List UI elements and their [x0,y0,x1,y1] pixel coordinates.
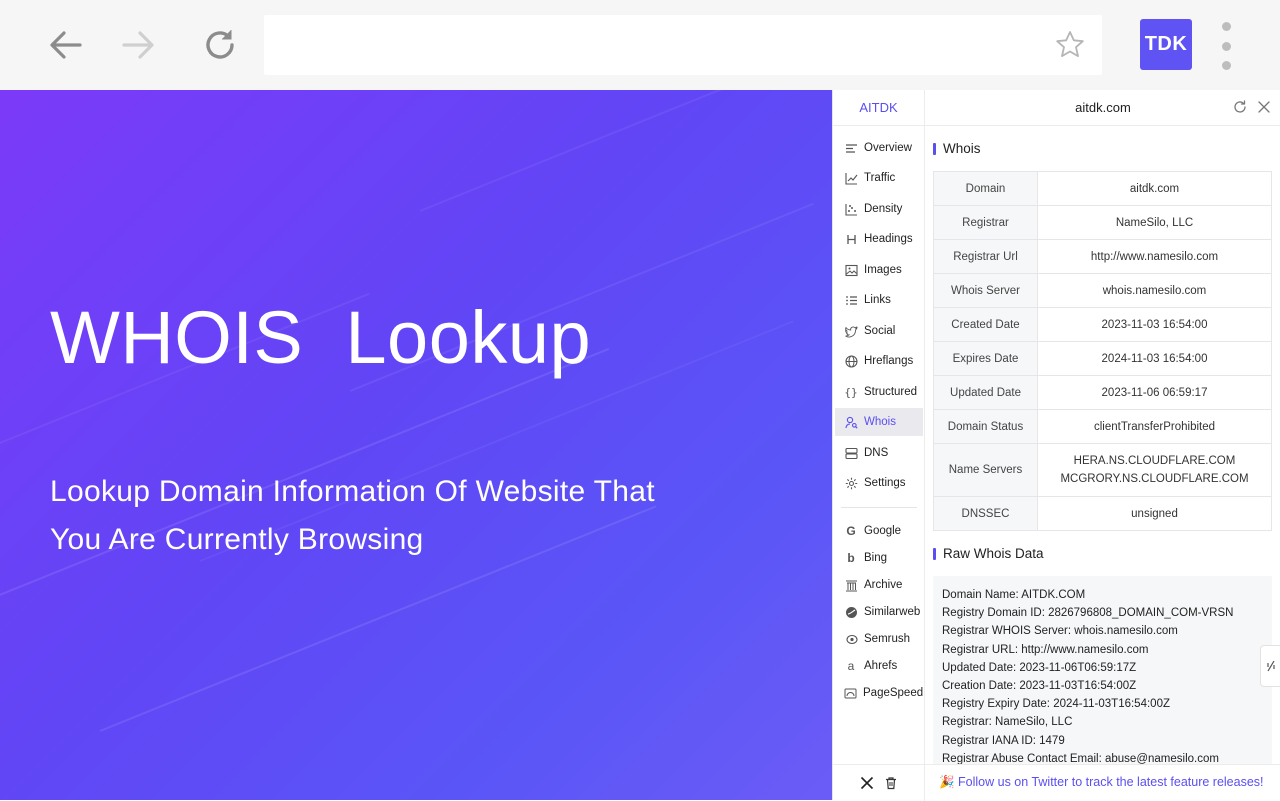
close-icon[interactable] [1257,100,1271,114]
table-row: Whois Server whois.namesilo.com [933,273,1272,308]
table-row: Created Date 2023-11-03 16:54:00 [933,307,1272,342]
sidebar-item-overview[interactable]: Overview [835,134,923,162]
hero-subtitle-line-1: Lookup Domain Information Of Website Tha… [50,475,655,508]
brand-label: AITDK [833,90,925,126]
sidebar-item-settings[interactable]: Settings [835,469,923,497]
sidebar-item-links[interactable]: Links [835,286,923,314]
panel-header: aitdk.com [925,90,1280,126]
reload-icon [206,30,234,59]
hero-title: WHOIS Lookup [50,296,592,379]
user-search-icon [844,415,858,429]
similarweb-icon [844,605,858,619]
tool-link-similarweb[interactable]: Similarweb [835,598,923,626]
raw-line: Registrar Abuse Contact Email: abuse@nam… [942,752,1219,764]
semrush-icon [844,632,858,646]
overview-icon [844,141,858,155]
table-row: Expires Date 2024-11-03 16:54:00 [933,341,1272,376]
raw-line: Registry Expiry Date: 2024-11-03T16:54:0… [942,698,1170,711]
sidebar-item-traffic[interactable]: Traffic [835,164,923,192]
images-icon [844,263,858,277]
raw-line: Creation Date: 2023-11-03T16:54:00Z [942,680,1137,693]
current-domain: aitdk.com [1075,100,1131,115]
google-icon: G [846,524,856,538]
hero-subtitle-line-2: You Are Currently Browsing [50,523,424,556]
gear-icon [844,476,858,490]
hero-banner: WHOIS Lookup Lookup Domain Information O… [0,90,832,800]
sidebar-item-hreflangs[interactable]: Hreflangs [835,347,923,375]
raw-line: Registrar IANA ID: 1479 [942,734,1065,747]
browser-toolbar: TDK [0,0,1280,90]
sidebar-item-density[interactable]: Density [835,195,923,223]
tool-link-bing[interactable]: b Bing [835,544,923,572]
braces-icon: {} [844,385,858,399]
density-icon [844,202,858,216]
globe-icon [844,354,858,368]
name-server-2: MCGRORY.NS.CLOUDFLARE.COM [1060,473,1249,485]
x-twitter-icon[interactable] [860,776,874,790]
collapse-handle-icon [1266,660,1275,672]
arrow-left-icon [50,31,82,59]
table-row: Registrar NameSilo, LLC [933,205,1272,240]
reload-button[interactable] [200,25,240,65]
name-server-1: HERA.NS.CLOUDFLARE.COM [1073,455,1236,467]
traffic-icon [844,171,858,185]
tool-link-ahrefs[interactable]: a Ahrefs [835,652,923,680]
raw-line: Updated Date: 2023-11-06T06:59:17Z [942,661,1137,674]
whois-content: Whois Domain aitdk.com Registrar NameSilo,… [925,126,1280,764]
refresh-icon[interactable] [1233,100,1247,114]
table-row: Domain Status clientTransferProhibited [933,409,1272,444]
twitter-bird-icon [844,324,858,338]
table-row: Updated Date 2023-11-06 06:59:17 [933,375,1272,410]
archive-icon [844,578,858,592]
table-row: Name Servers HERA.NS.CLOUDFLARE.COM MCGROR… [933,443,1272,497]
raw-line: Registry Domain ID: 2826796808_DOMAIN_CO… [942,607,1234,620]
headings-icon [844,232,858,246]
browser-menu-button[interactable] [1214,20,1238,72]
raw-line: Registrar WHOIS Server: whois.namesilo.c… [942,625,1178,638]
hero-subtitle: Lookup Domain Information Of Website Tha… [50,468,770,564]
bing-icon: b [847,551,855,565]
table-row: DNSSEC unsigned [933,496,1272,531]
address-bar[interactable] [264,15,1102,75]
sidebar-nav: Overview Traffic Density Headings Images… [833,126,925,764]
nav-divider [841,507,917,508]
sidebar-item-structured[interactable]: {} Structured [835,378,923,406]
sidebar-item-whois[interactable]: Whois [835,408,923,436]
trash-icon[interactable] [884,776,898,790]
forward-button[interactable] [118,25,158,65]
extension-panel: AITDK aitdk.com Overview Traffic Density… [832,90,1280,801]
table-row: Domain aitdk.com [933,171,1272,206]
table-row: Registrar Url http://www.namesilo.com [933,239,1272,274]
server-icon [844,446,858,460]
pagespeed-icon [844,686,857,700]
twitter-follow-link[interactable]: 🎉 Follow us on Twitter to track the late… [939,775,1264,790]
raw-line: Registrar: NameSilo, LLC [942,716,1073,729]
raw-line: Domain Name: AITDK.COM [942,589,1086,601]
tdk-extension-button[interactable]: TDK [1140,19,1192,70]
arrow-right-icon [122,31,154,59]
back-button[interactable] [46,25,86,65]
raw-line: Registrar URL: http://www.namesilo.com [942,643,1149,656]
tool-link-semrush[interactable]: Semrush [835,625,923,653]
tool-link-pagespeed[interactable]: PageSpeed [835,679,923,707]
whois-table: Domain aitdk.com Registrar NameSilo, LLC R… [933,171,1272,531]
whois-section-title: Whois [933,141,981,156]
ahrefs-icon: a [847,659,855,673]
tool-link-google[interactable]: G Google [835,517,923,545]
sidebar-item-images[interactable]: Images [835,256,923,284]
bookmark-star-icon[interactable] [1054,29,1086,61]
sidebar-item-social[interactable]: Social [835,317,923,345]
page-side-handle[interactable] [1260,645,1280,687]
panel-footer: 🎉 Follow us on Twitter to track the late… [833,764,1280,801]
sidebar-item-dns[interactable]: DNS [835,439,923,467]
sidebar-item-headings[interactable]: Headings [835,225,923,253]
raw-whois-section-title: Raw Whois Data [933,546,1044,561]
tool-link-archive[interactable]: Archive [835,571,923,599]
raw-whois-data: Domain Name: AITDK.COM Registry Domain I… [933,576,1272,764]
links-icon [844,293,858,307]
